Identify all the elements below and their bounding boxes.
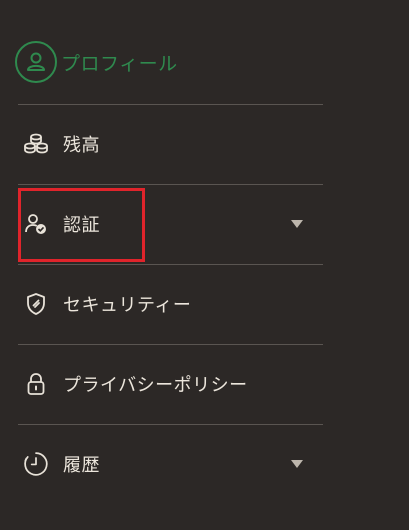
divider	[18, 424, 323, 425]
profile-label: プロフィール	[61, 52, 178, 75]
profile-link[interactable]: プロフィール	[15, 40, 323, 84]
menu-item-verification[interactable]: 認証	[18, 199, 323, 249]
menu-item-balance[interactable]: 残高	[18, 119, 323, 169]
history-clock-icon	[23, 451, 49, 477]
menu-item-label: 認証	[63, 215, 100, 236]
menu-item-label: 履歴	[63, 455, 100, 476]
divider	[18, 264, 323, 265]
menu-item-history[interactable]: 履歴	[18, 439, 323, 489]
coins-stack-icon	[23, 131, 49, 157]
menu-item-privacy-policy[interactable]: プライバシーポリシー	[18, 359, 323, 409]
user-circle-icon	[15, 41, 57, 83]
divider	[18, 344, 323, 345]
menu-item-label: プライバシーポリシー	[63, 375, 248, 396]
user-verified-icon	[23, 211, 49, 237]
menu-item-security[interactable]: セキュリティー	[18, 279, 323, 329]
chevron-down-icon[interactable]	[291, 460, 303, 468]
menu-item-label: 残高	[63, 135, 100, 156]
lock-icon	[23, 371, 49, 397]
chevron-down-icon[interactable]	[291, 220, 303, 228]
divider	[18, 104, 323, 105]
divider	[18, 184, 323, 185]
shield-icon	[23, 291, 49, 317]
menu-item-label: セキュリティー	[63, 295, 192, 316]
